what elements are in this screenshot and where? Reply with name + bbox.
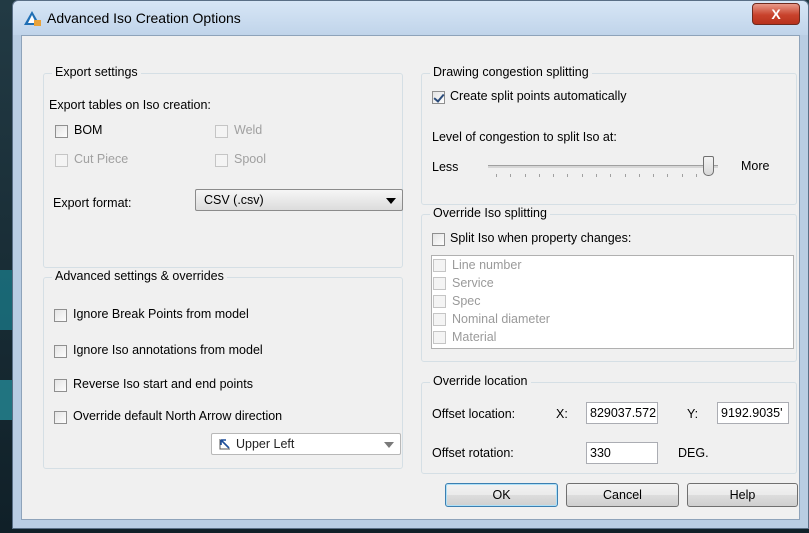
property-checkbox[interactable] (433, 277, 446, 290)
advanced-settings-group: Advanced settings & overrides Ignore Bre… (43, 269, 403, 469)
close-icon: X (771, 6, 781, 22)
export-tables-label: Export tables on Iso creation: (49, 98, 211, 112)
group-legend: Drawing congestion splitting (430, 65, 592, 79)
chevron-down-icon (386, 198, 396, 204)
slider-track (488, 165, 718, 168)
create-split-label[interactable]: Create split points automatically (450, 89, 626, 103)
slider-tick (510, 174, 511, 177)
property-label: Service (452, 276, 494, 290)
chevron-down-icon (384, 442, 394, 448)
spool-checkbox[interactable] (215, 154, 228, 167)
property-checkbox[interactable] (433, 313, 446, 326)
create-split-checkbox[interactable] (432, 91, 445, 104)
cut-piece-checkbox[interactable] (55, 154, 68, 167)
offset-y-input[interactable]: 9192.9035' (717, 402, 789, 424)
north-arrow-dropdown[interactable]: Upper Left (211, 433, 401, 455)
override-north-arrow-checkbox[interactable] (54, 411, 67, 424)
property-checkbox[interactable] (433, 259, 446, 272)
split-on-property-label[interactable]: Split Iso when property changes: (450, 231, 631, 245)
slider-tick (525, 174, 526, 177)
reverse-points-checkbox[interactable] (54, 379, 67, 392)
ignore-annotations-checkbox[interactable] (54, 345, 67, 358)
dialog-title: Advanced Iso Creation Options (47, 10, 241, 26)
override-north-arrow-label[interactable]: Override default North Arrow direction (73, 409, 282, 423)
north-arrow-icon (219, 439, 230, 450)
north-arrow-value: Upper Left (236, 437, 295, 451)
slider-tick (596, 174, 597, 177)
close-button[interactable]: X (752, 3, 800, 25)
x-label: X: (556, 407, 568, 421)
ok-button[interactable]: OK (445, 483, 558, 507)
slider-tick (639, 174, 640, 177)
slider-tick (667, 174, 668, 177)
backdrop-accent (0, 270, 12, 330)
property-label: Material (452, 330, 497, 344)
reverse-points-label[interactable]: Reverse Iso start and end points (73, 377, 253, 391)
property-checkbox[interactable] (433, 331, 446, 344)
title-bar[interactable]: Advanced Iso Creation Options X (13, 1, 808, 35)
offset-x-input[interactable]: 829037.572 (586, 402, 658, 424)
dialog-client: Export settings Export tables on Iso cre… (21, 35, 800, 520)
offset-rotation-label: Offset rotation: (432, 446, 514, 460)
slider-tick (696, 174, 697, 177)
dialog-window: Advanced Iso Creation Options X Export s… (12, 0, 809, 529)
group-legend: Export settings (52, 65, 141, 79)
property-label: Line number (452, 258, 522, 272)
property-checkbox[interactable] (433, 295, 446, 308)
override-splitting-group: Override Iso splitting Split Iso when pr… (421, 206, 797, 362)
cancel-button[interactable]: Cancel (566, 483, 679, 507)
congestion-slider[interactable] (488, 154, 718, 182)
offset-rotation-input[interactable]: 330 (586, 442, 658, 464)
slider-less-label: Less (432, 160, 459, 174)
cut-piece-label[interactable]: Cut Piece (74, 152, 128, 166)
weld-checkbox[interactable] (215, 125, 228, 138)
slider-tick (653, 174, 654, 177)
override-location-group: Override location Offset location: X: 82… (421, 374, 797, 474)
property-label: Spec (452, 294, 481, 308)
slider-tick (496, 174, 497, 177)
congestion-splitting-group: Drawing congestion splitting Create spli… (421, 65, 797, 205)
backdrop-accent (0, 380, 12, 420)
slider-tick (539, 174, 540, 177)
export-settings-group: Export settings Export tables on Iso cre… (43, 65, 403, 268)
spool-label[interactable]: Spool (234, 152, 266, 166)
slider-tick (582, 174, 583, 177)
autocad-plant-3d-icon (24, 11, 41, 26)
slider-tick (567, 174, 568, 177)
y-label: Y: (687, 407, 699, 421)
slider-more-label: More (741, 159, 770, 173)
bom-checkbox[interactable] (55, 125, 68, 138)
congestion-level-label: Level of congestion to split Iso at: (432, 130, 617, 144)
bom-label[interactable]: BOM (74, 123, 102, 137)
export-format-label: Export format: (53, 196, 132, 210)
export-format-dropdown[interactable]: CSV (.csv) (195, 189, 403, 211)
group-legend: Advanced settings & overrides (52, 269, 227, 283)
slider-tick (610, 174, 611, 177)
help-button[interactable]: Help (687, 483, 798, 507)
property-label: Nominal diameter (452, 312, 550, 326)
property-listbox[interactable]: Line number Service Spec Nominal diameter Ma… (431, 255, 794, 349)
weld-label[interactable]: Weld (234, 123, 262, 137)
slider-tick (682, 174, 683, 177)
split-on-property-checkbox[interactable] (432, 233, 445, 246)
slider-tick (553, 174, 554, 177)
group-legend: Override location (430, 374, 531, 388)
deg-label: DEG. (678, 446, 709, 460)
export-format-value: CSV (.csv) (204, 193, 264, 207)
ignore-annotations-label[interactable]: Ignore Iso annotations from model (73, 343, 263, 357)
group-legend: Override Iso splitting (430, 206, 550, 220)
ignore-break-points-label[interactable]: Ignore Break Points from model (73, 307, 249, 321)
slider-thumb[interactable] (703, 156, 714, 176)
slider-tick (625, 174, 626, 177)
ignore-break-points-checkbox[interactable] (54, 309, 67, 322)
offset-location-label: Offset location: (432, 407, 516, 421)
